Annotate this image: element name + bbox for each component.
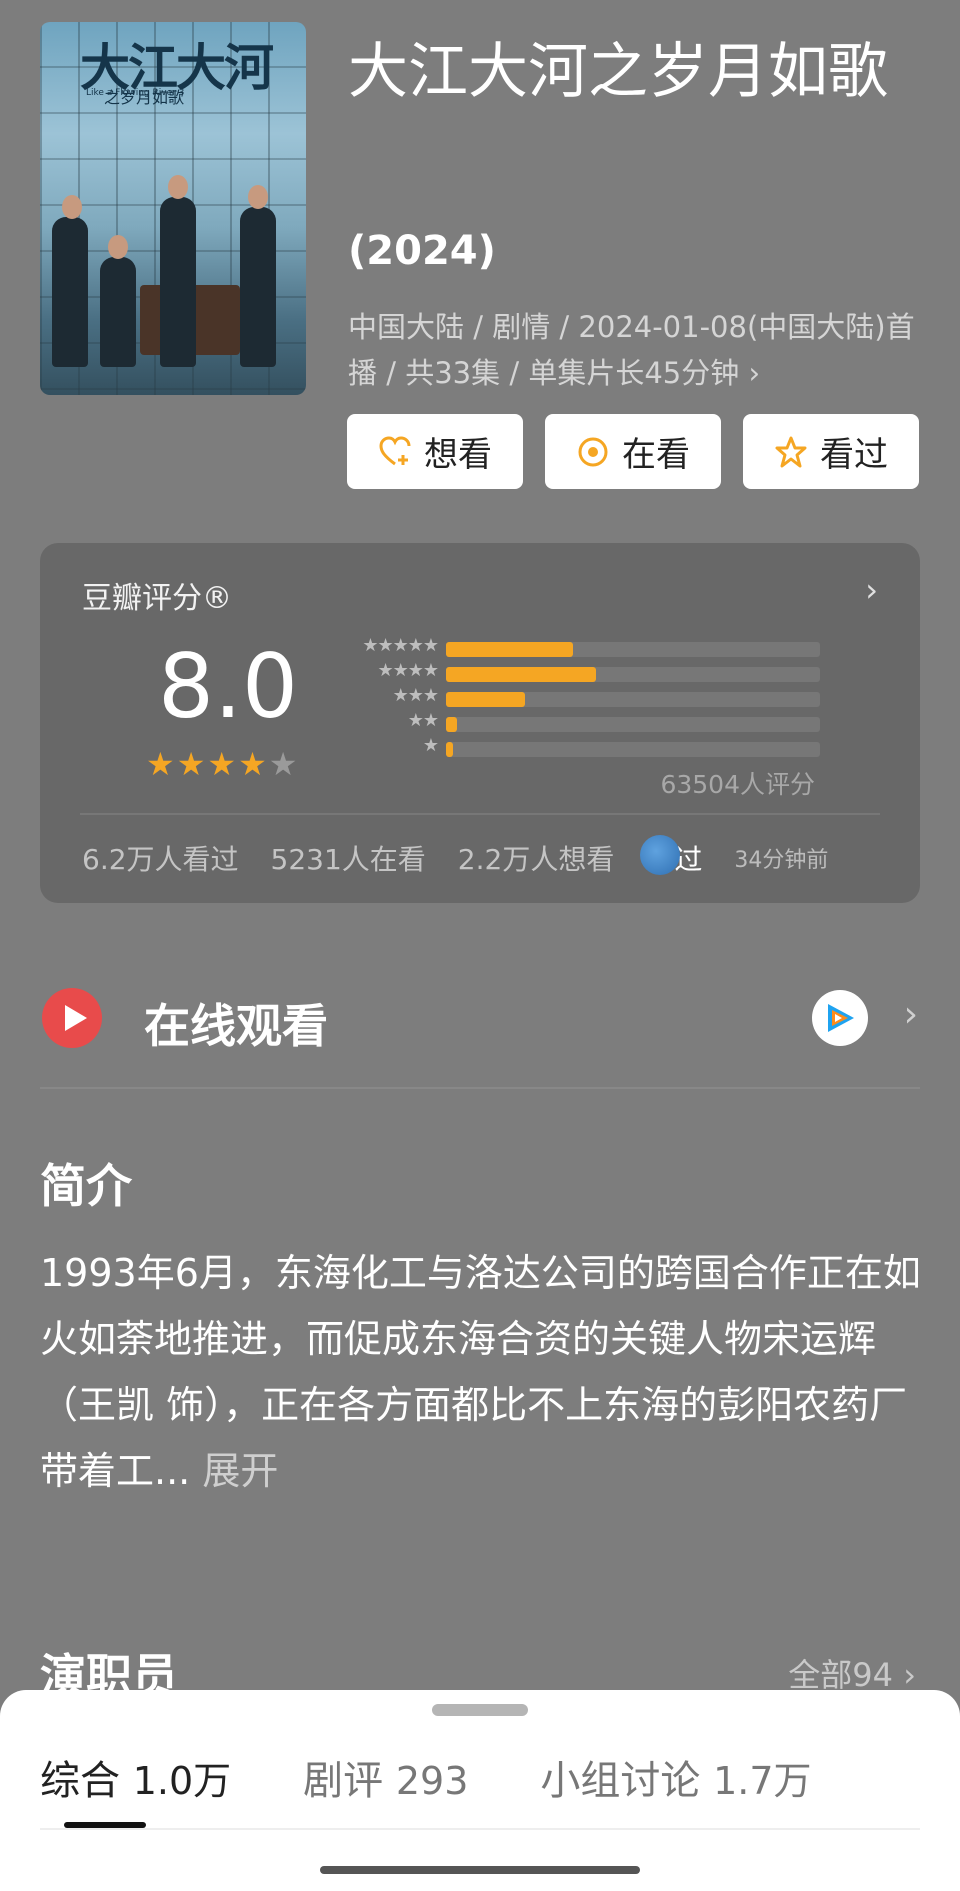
- poster-subtitle: 之岁月如歌: [104, 88, 185, 107]
- tab-bar: 综合 1.0万 剧评 293 小组讨论 1.7万: [40, 1748, 884, 1806]
- rating-bar-track: [446, 692, 820, 707]
- online-watch-label: 在线观看: [144, 999, 328, 1053]
- star-filled-icon: ★: [146, 745, 177, 783]
- poster-figure-head: [168, 175, 188, 199]
- show-meta-text: 中国大陆 / 剧情 / 2024-01-08(中国大陆)首播 / 共33集 / …: [348, 310, 915, 390]
- watching-label: 在看: [622, 435, 690, 475]
- intro-text: 1993年6月，东海化工与洛达公司的跨国合作正在如火如荼地推进，而促成东海合资的…: [40, 1240, 930, 1504]
- rating-bar-fill: [446, 717, 458, 732]
- poster-figure: [240, 207, 276, 367]
- rating-bar-stars: ★★★: [392, 685, 439, 706]
- poster-figure: [160, 197, 196, 367]
- chevron-right-icon: ›: [748, 356, 761, 390]
- heart-plus-icon: [379, 435, 411, 465]
- rating-stats: 6.2万人看过 5231人在看 2.2万人想看 看过 34分钟前: [82, 838, 882, 878]
- target-icon: [578, 437, 608, 466]
- tencent-video-icon[interactable]: [812, 990, 868, 1046]
- drag-handle[interactable]: [432, 1704, 528, 1716]
- rating-label: 豆瓣评分®: [82, 581, 232, 616]
- tab-label: 综合: [40, 1758, 120, 1804]
- rating-stars: ★★★★★: [146, 745, 299, 783]
- rating-bar-track: [446, 742, 820, 757]
- rating-score: 8.0: [158, 635, 298, 738]
- poster-figure-head: [108, 235, 128, 259]
- poster-figure-head: [248, 185, 268, 209]
- play-icon: [42, 988, 102, 1048]
- rating-distribution: ★★★★★ ★★★★ ★★★ ★★ ★: [336, 635, 836, 763]
- tab-group-discussion[interactable]: 小组讨论 1.7万: [540, 1748, 811, 1806]
- watched-button[interactable]: 看过: [743, 414, 919, 489]
- rating-bar-fill: [446, 667, 596, 682]
- tab-count: 1.0万: [132, 1759, 232, 1803]
- rating-bar-stars: ★★★★: [377, 660, 439, 681]
- want-label: 想看: [424, 435, 492, 475]
- rating-count: 63504人评分: [660, 770, 815, 799]
- rating-bar-fill: [446, 692, 525, 707]
- poster-figure: [100, 257, 136, 367]
- rating-bar-fill: [446, 742, 454, 757]
- home-indicator[interactable]: [320, 1866, 640, 1874]
- poster-figure-head: [62, 195, 82, 219]
- rating-card[interactable]: 豆瓣评分® › 8.0 ★★★★★ ★★★★★ ★★★★ ★★★ ★★ ★ 63504人…: [40, 543, 920, 903]
- divider: [40, 1828, 920, 1830]
- watched-label: 看过: [820, 435, 888, 475]
- watching-button[interactable]: 在看: [545, 414, 721, 489]
- divider: [40, 1087, 920, 1089]
- show-title: 大江大河之岁月如歌: [348, 37, 888, 107]
- rating-bar-fill: [446, 642, 574, 657]
- star-filled-icon: ★: [238, 745, 269, 783]
- want-count: 2.2万人想看: [457, 843, 615, 876]
- star-filled-icon: ★: [176, 745, 208, 783]
- rating-bar-row: ★★: [336, 710, 836, 738]
- bottom-sheet[interactable]: 综合 1.0万 剧评 293 小组讨论 1.7万: [0, 1690, 960, 1891]
- rating-bar-stars: ★★: [407, 710, 439, 731]
- rating-bar-track: [446, 667, 820, 682]
- rating-bar-track: [446, 717, 820, 732]
- rating-bar-stars: ★★★★★: [362, 635, 439, 656]
- intro-heading: 简介: [40, 1159, 132, 1213]
- watched-count: 6.2万人看过: [82, 843, 239, 876]
- expand-link[interactable]: 展开: [202, 1449, 278, 1493]
- tab-overview[interactable]: 综合 1.0万: [40, 1748, 231, 1806]
- chevron-right-icon[interactable]: ›: [865, 571, 878, 609]
- rating-bar-track: [446, 642, 820, 657]
- my-status-time: 34分钟前: [734, 848, 829, 873]
- show-meta[interactable]: 中国大陆 / 剧情 / 2024-01-08(中国大陆)首播 / 共33集 / …: [348, 304, 928, 396]
- tab-count: 1.7万: [713, 1759, 812, 1803]
- tab-count: 293: [395, 1759, 469, 1803]
- star-outline-icon: [775, 436, 807, 467]
- chevron-right-icon: ›: [903, 994, 918, 1035]
- divider: [80, 813, 880, 815]
- poster-figure: [52, 217, 88, 367]
- want-button[interactable]: 想看: [347, 414, 523, 489]
- show-year: (2024): [348, 228, 496, 274]
- rating-bar-stars: ★: [422, 735, 439, 756]
- tab-reviews[interactable]: 剧评 293: [303, 1748, 468, 1806]
- rating-bar-row: ★: [336, 735, 836, 763]
- tab-label: 小组讨论: [540, 1758, 701, 1804]
- user-avatar[interactable]: [640, 835, 680, 875]
- watching-count: 5231人在看: [270, 843, 426, 876]
- poster-image[interactable]: 大江大河 Like a Flowing River 3 之岁月如歌: [40, 22, 306, 395]
- tencent-video-logo: [828, 1004, 854, 1032]
- star-filled-icon: ★: [207, 745, 239, 783]
- online-watch-row[interactable]: 在线观看 ›: [40, 980, 920, 1060]
- tab-label: 剧评: [303, 1758, 384, 1804]
- star-empty-icon: ★: [268, 745, 300, 783]
- intro-body: 1993年6月，东海化工与洛达公司的跨国合作正在如火如荼地推进，而促成东海合资的…: [40, 1251, 921, 1493]
